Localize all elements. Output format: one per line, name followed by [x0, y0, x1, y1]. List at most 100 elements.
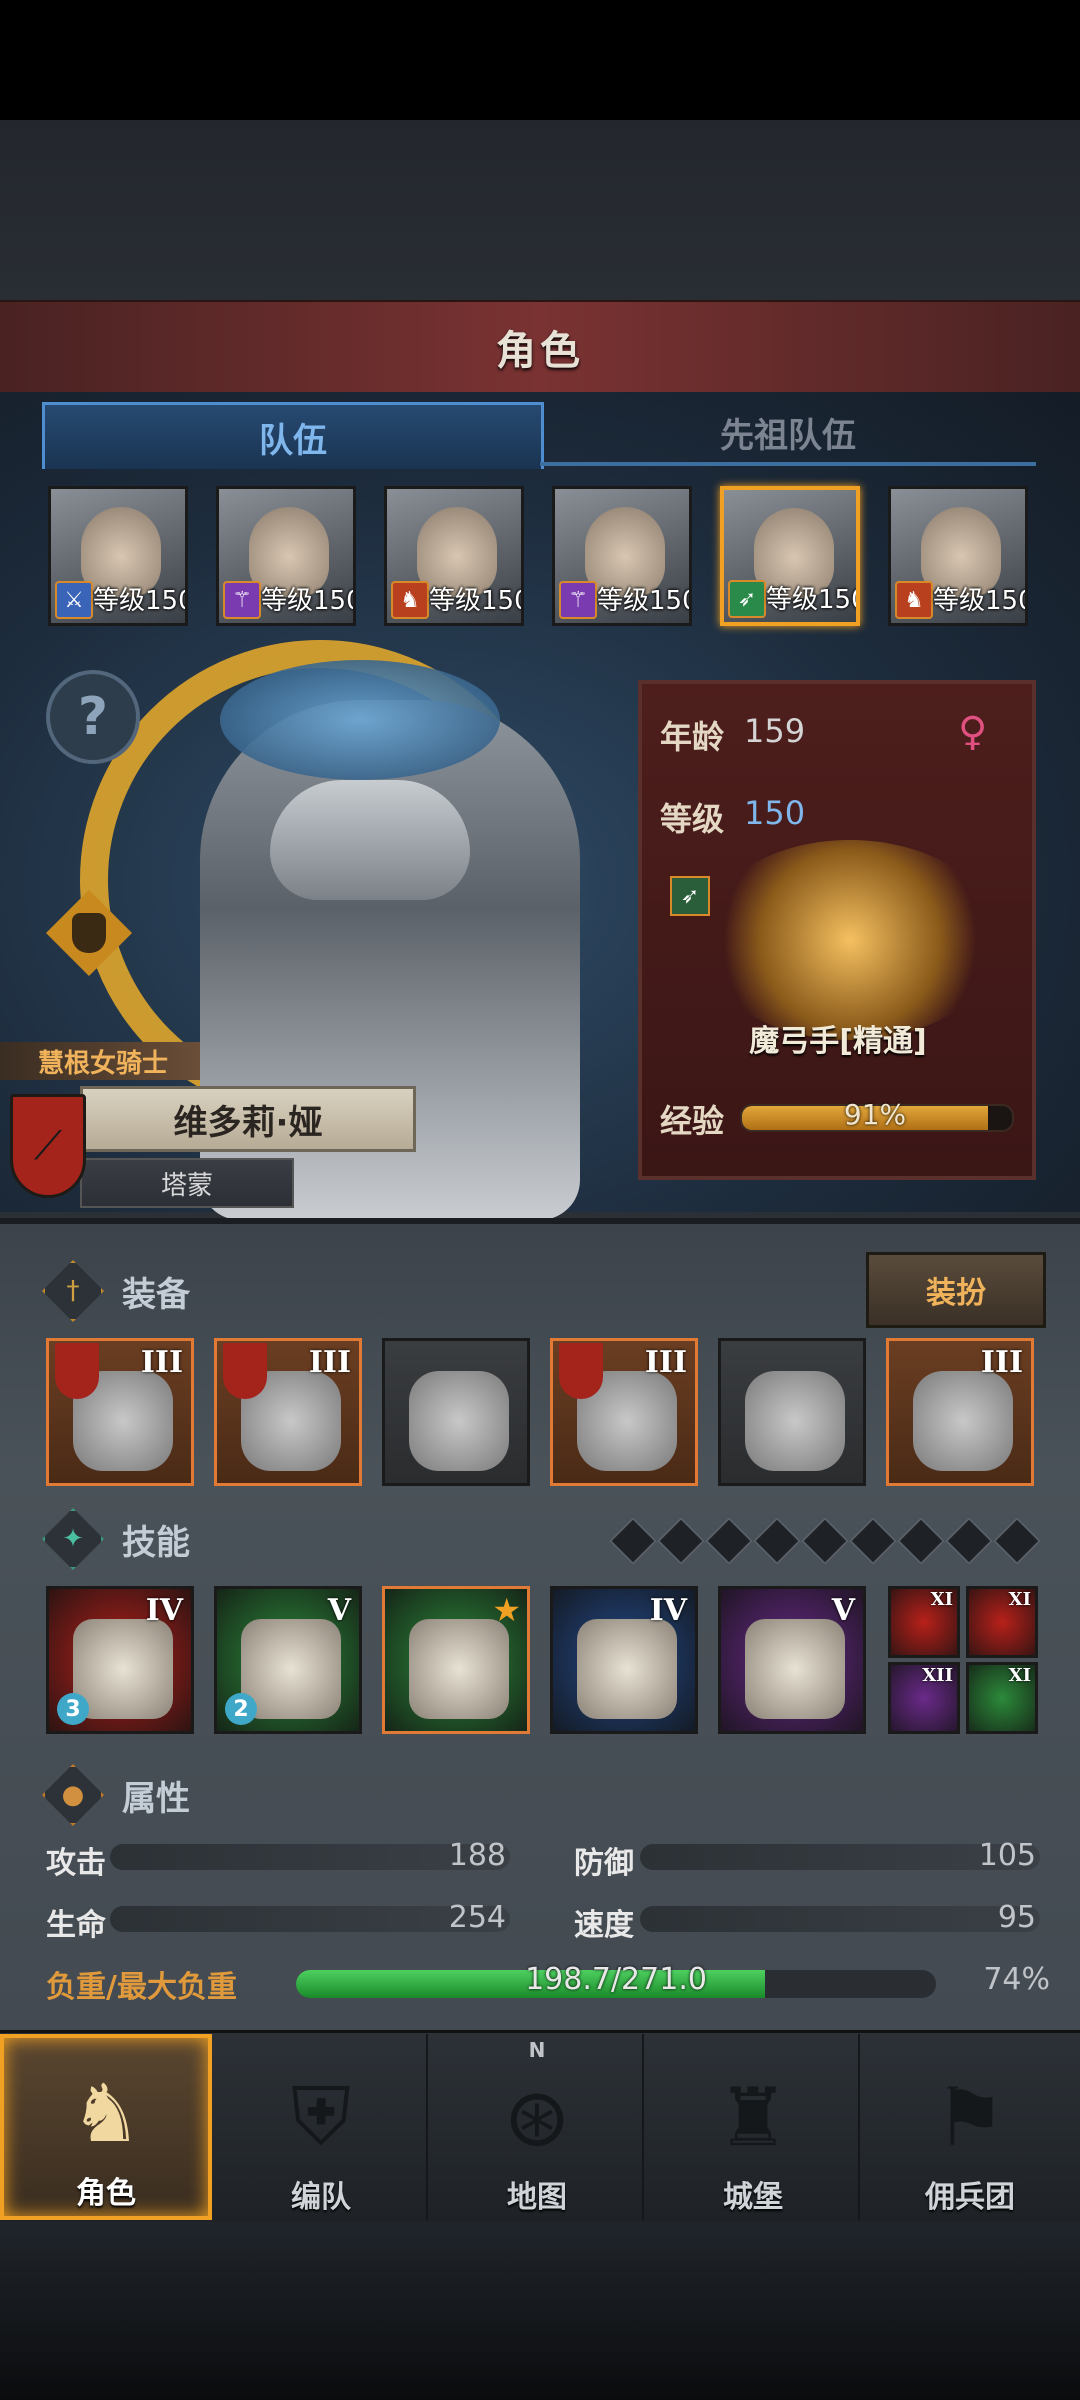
- helmet-icon: ⛨: [291, 2070, 351, 2163]
- horse-icon: ♞: [391, 581, 429, 619]
- equipment-item-icon: [913, 1371, 1013, 1471]
- member-level: 等级150: [766, 585, 860, 615]
- skill-rank: XII: [922, 1665, 953, 1686]
- silver-mask: [270, 780, 470, 900]
- team-member-4[interactable]: ⚚ 等级150: [552, 486, 692, 626]
- tab-team-label: 队伍: [259, 420, 327, 461]
- defense-label: 防御: [574, 1846, 634, 1881]
- heraldry-shield-icon: ⟋: [10, 1094, 86, 1198]
- status-bar-area: [0, 0, 1080, 120]
- heraldry-shield-icon: [223, 1343, 267, 1399]
- skill-rank: IV: [649, 1593, 687, 1628]
- horse-icon: ♞: [895, 581, 933, 619]
- team-member-3[interactable]: ♞ 等级150: [384, 486, 524, 626]
- equipment-item-icon: [745, 1371, 845, 1471]
- defense-value: 105: [978, 1838, 1036, 1873]
- passive-skill-1[interactable]: XI: [888, 1586, 960, 1658]
- star-icon: ★: [492, 1591, 521, 1629]
- nav-formation-label: 编队: [291, 2180, 351, 2215]
- skill-count-badge: 2: [225, 1693, 257, 1725]
- skill-rank: V: [327, 1593, 351, 1628]
- exp-percent: 91%: [843, 1098, 907, 1131]
- equipment-header: † 装备: [42, 1260, 190, 1322]
- hp-value: 254: [448, 1900, 506, 1935]
- passive-skill-3[interactable]: XII: [888, 1662, 960, 1734]
- equipment-rank: III: [980, 1345, 1023, 1380]
- equipment-rank: III: [644, 1345, 687, 1380]
- dagger-icon: †: [42, 1260, 104, 1322]
- attack-value: 188: [448, 1838, 506, 1873]
- skill-slot-4[interactable]: IV: [550, 1586, 698, 1734]
- sword-icon: ⚔: [55, 581, 93, 619]
- helmet-slot[interactable]: [382, 1338, 530, 1486]
- team-member-6[interactable]: ♞ 等级150: [888, 486, 1028, 626]
- skill-count-badge: 3: [57, 1693, 89, 1725]
- team-member-5[interactable]: ➶ 等级150: [720, 486, 860, 626]
- tab-team[interactable]: 队伍: [42, 402, 544, 469]
- castle-icon: ♜: [717, 2070, 789, 2164]
- speed-label: 速度: [574, 1908, 634, 1943]
- offhand-slot[interactable]: III: [214, 1338, 362, 1486]
- tab-ancestor-team[interactable]: 先祖队伍: [540, 402, 1036, 466]
- passive-skill-2[interactable]: XI: [966, 1586, 1038, 1658]
- nav-mercenary[interactable]: ⚑ 佣兵团: [864, 2034, 1076, 2220]
- member-level: 等级150: [597, 586, 692, 616]
- heraldry-shield-icon: [55, 1343, 99, 1399]
- nav-castle[interactable]: ♜ 城堡: [648, 2034, 860, 2220]
- age-value: 159: [744, 712, 806, 750]
- mercenary-banner-icon: ⚑: [934, 2070, 1006, 2164]
- skill-icon: [745, 1619, 845, 1719]
- skill-slot-3[interactable]: ★: [382, 1586, 530, 1734]
- system-nav-area: [0, 2222, 1080, 2400]
- equipment-item-icon: [409, 1371, 509, 1471]
- hp-label: 生命: [46, 1908, 106, 1943]
- attributes-title: 属性: [122, 1778, 190, 1819]
- equipment-title: 装备: [122, 1274, 190, 1315]
- staff-icon: ⚚: [223, 581, 261, 619]
- compass-icon: ⊛: [503, 2070, 571, 2164]
- skill-rank: IV: [145, 1593, 183, 1628]
- team-member-2[interactable]: ⚚ 等级150: [216, 486, 356, 626]
- skill-slot-5[interactable]: V: [718, 1586, 866, 1734]
- exp-label: 经验: [660, 1102, 725, 1140]
- attack-label: 攻击: [46, 1846, 106, 1881]
- person-icon: ●: [42, 1764, 104, 1826]
- boots-slot[interactable]: [718, 1338, 866, 1486]
- nav-formation[interactable]: ⛨ 编队: [216, 2034, 428, 2220]
- staff-icon: ⚚: [559, 581, 597, 619]
- nav-character-label: 角色: [76, 2176, 136, 2211]
- attributes-header: ● 属性: [42, 1764, 190, 1826]
- skill-slot-1[interactable]: IV 3: [46, 1586, 194, 1734]
- knight-icon: ♞: [70, 2066, 142, 2160]
- passive-skill-4[interactable]: XI: [966, 1662, 1038, 1734]
- load-value: 198.7/271.0: [525, 1962, 707, 1997]
- accessory-slot[interactable]: III: [886, 1338, 1034, 1486]
- team-member-1[interactable]: ⚔ 等级150: [48, 486, 188, 626]
- nav-mercenary-label: 佣兵团: [925, 2180, 1015, 2215]
- armor-slot[interactable]: III: [550, 1338, 698, 1486]
- skill-rank: XI: [1008, 1589, 1031, 1610]
- bow-class-icon: ➶: [670, 876, 710, 916]
- age-label: 年龄: [660, 718, 725, 756]
- page-title: 角色: [496, 328, 584, 374]
- member-level: 等级150: [933, 586, 1028, 616]
- equipment-rank: III: [140, 1345, 183, 1380]
- help-button[interactable]: ?: [46, 670, 140, 764]
- potion-icon: [72, 913, 106, 953]
- nav-character[interactable]: ♞ 角色: [0, 2034, 212, 2220]
- equipment-rank: III: [308, 1345, 351, 1380]
- skill-icon: [577, 1619, 677, 1719]
- level-label: 等级: [660, 800, 725, 838]
- skill-slot-2[interactable]: V2: [214, 1586, 362, 1734]
- skills-title: 技能: [122, 1522, 190, 1563]
- crystal-crown: [220, 660, 500, 780]
- load-label: 负重/最大负重: [46, 1970, 237, 2005]
- star-emblem-icon: ✦: [42, 1508, 104, 1570]
- skill-rank: V: [831, 1593, 855, 1628]
- weapon-slot[interactable]: III: [46, 1338, 194, 1486]
- nav-map[interactable]: N ⊛ 地图: [432, 2034, 644, 2220]
- class-title: 魔弓手[精通]: [749, 1024, 927, 1059]
- heraldry-shield-icon: [559, 1343, 603, 1399]
- compass-north-label: N: [528, 2038, 546, 2062]
- dressup-button[interactable]: 装扮: [866, 1252, 1046, 1328]
